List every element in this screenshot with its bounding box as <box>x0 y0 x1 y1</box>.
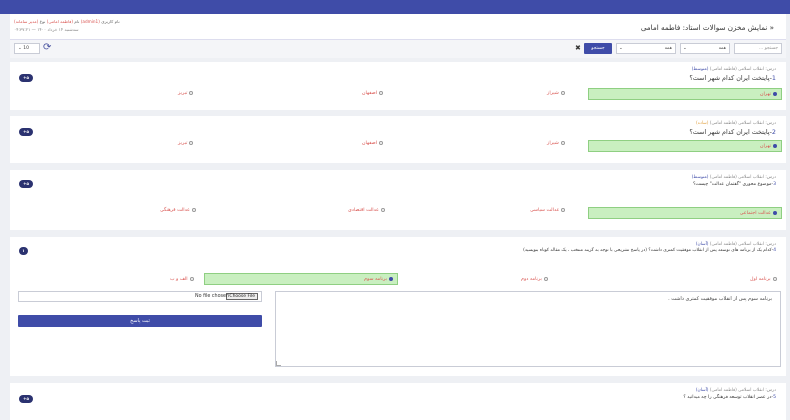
option[interactable]: عدالت اقتصادی <box>348 205 385 217</box>
option-correct[interactable]: تهران <box>588 88 782 100</box>
question-text: 2-پایتخت ایران کدام شهر است؟ <box>689 128 776 136</box>
radio-icon <box>772 276 777 281</box>
radio-icon <box>189 276 194 281</box>
answer-textarea[interactable]: برنامه سوم پس از انقلاب موفقیت کمتری داش… <box>275 291 781 367</box>
username: (admin1) <box>80 19 100 24</box>
choose-file-button[interactable]: Choose File <box>226 293 258 300</box>
resize-handle-icon[interactable] <box>276 361 281 366</box>
radio-icon <box>773 143 777 148</box>
option[interactable]: عدالت سیاسی <box>530 205 566 217</box>
search-input[interactable]: جستجو ... <box>734 43 782 54</box>
option[interactable]: اصفهان <box>362 88 384 100</box>
file-input[interactable]: Choose File No file chosen <box>18 291 262 302</box>
submit-answer-button[interactable]: ثبت پاسخ <box>18 315 262 327</box>
search-button[interactable]: جستجو <box>584 43 612 54</box>
file-status: No file chosen <box>195 294 229 299</box>
option[interactable]: تبریز <box>178 88 194 100</box>
question-card: درس: انقلاب اسلامی (فاطمه امامی) (آسان) … <box>10 383 786 420</box>
radio-icon <box>381 207 385 212</box>
date-line: سه‌شنبه ۱۴ خرداد ۱۴۰۰ — ۰۴:۳۷:۲۱ <box>14 27 79 32</box>
question-info: درس: انقلاب اسلامی (فاطمه امامی) (آسان) <box>695 388 776 393</box>
user-fullname: (فاطمه امامی) <box>46 19 74 24</box>
question-text: 4-کدام یک از برنامه های توسعه پس از انقل… <box>523 248 776 253</box>
page-title: « نمایش مخزن سوالات استاد: فاطمه امامی <box>640 23 774 32</box>
chevron-down-icon: ⌄ <box>619 46 623 51</box>
clear-filter-icon[interactable]: ✖ <box>575 43 581 54</box>
score-badge[interactable]: +۵ <box>19 74 33 82</box>
option[interactable]: برنامه دوم <box>521 274 548 286</box>
user-role: (مدیر سامانه) <box>14 19 39 24</box>
option-correct[interactable]: تهران <box>588 140 782 152</box>
radio-icon <box>561 207 566 212</box>
radio-icon <box>379 90 384 95</box>
question-text: 1-پایتخت ایران کدام شهر است؟ <box>689 74 776 82</box>
radio-icon <box>191 207 196 212</box>
refresh-icon[interactable]: ⟳ <box>43 41 51 55</box>
radio-icon <box>379 140 384 145</box>
question-card: درس: انقلاب اسلامی (فاطمه امامی) (متوسط)… <box>10 170 786 230</box>
radio-icon <box>560 90 565 95</box>
chevron-down-icon: ⌄ <box>683 46 687 51</box>
score-badge[interactable]: +۵ <box>19 128 33 136</box>
option[interactable]: شیراز <box>547 138 565 150</box>
page-header: « نمایش مخزن سوالات استاد: فاطمه امامی ن… <box>10 14 786 40</box>
per-page-select[interactable]: ⌄ 10 <box>14 43 40 54</box>
question-info: درس: انقلاب اسلامی (فاطمه امامی) (آسان) <box>695 242 776 247</box>
radio-icon <box>189 90 194 95</box>
filter-toolbar: جستجو ... ⌄ همه ⌄ همه جستجو ✖ ⌄ 10 ⟳ <box>10 40 786 58</box>
option-correct[interactable]: عدالت اجتماعی <box>588 207 782 219</box>
question-info: درس: انقلاب اسلامی (فاطمه امامی) (متوسط) <box>691 67 776 72</box>
chevron-down-icon: ⌄ <box>18 46 22 51</box>
radio-icon <box>773 91 777 96</box>
question-info: درس: انقلاب اسلامی (فاطمه امامی) (ساده) <box>696 121 776 126</box>
question-text: 5-در عصر انقلاب توسعه فرهنگی را چه میدان… <box>683 395 776 400</box>
option[interactable]: شیراز <box>547 88 565 100</box>
score-badge[interactable]: ۱ <box>19 247 28 255</box>
top-app-bar <box>0 0 790 14</box>
filter-select-2[interactable]: ⌄ همه <box>616 43 676 54</box>
user-meta: نام کاربری (admin1) نام (فاطمه امامی) نو… <box>14 19 120 24</box>
option[interactable]: عدالت فرهنگی <box>160 205 196 217</box>
option[interactable]: الف و ب <box>170 274 194 286</box>
radio-icon <box>389 276 393 281</box>
question-info: درس: انقلاب اسلامی (فاطمه امامی) (متوسط) <box>691 175 776 180</box>
radio-icon <box>773 210 777 215</box>
question-text: 3-موضوع محوری "گفتمان عدالت" چیست؟ <box>692 182 776 187</box>
radio-icon <box>560 140 565 145</box>
score-badge[interactable]: +۵ <box>19 180 33 188</box>
question-card: درس: انقلاب اسلامی (فاطمه امامی) (متوسط)… <box>10 62 786 110</box>
option-correct[interactable]: برنامه سوم <box>204 273 398 285</box>
option[interactable]: برنامه اول <box>750 274 777 286</box>
option[interactable]: تبریز <box>178 138 194 150</box>
filter-select-1[interactable]: ⌄ همه <box>680 43 730 54</box>
score-badge[interactable]: +۵ <box>19 395 33 403</box>
radio-icon <box>189 140 194 145</box>
radio-icon <box>543 276 548 281</box>
question-card: درس: انقلاب اسلامی (فاطمه امامی) (ساده) … <box>10 116 786 163</box>
option[interactable]: اصفهان <box>362 138 384 150</box>
